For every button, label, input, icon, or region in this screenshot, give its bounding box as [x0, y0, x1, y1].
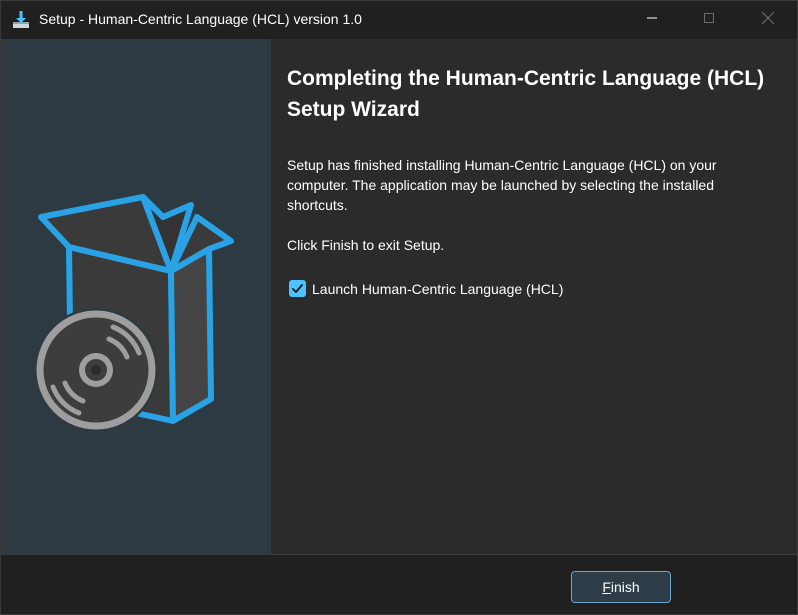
minimize-icon	[646, 11, 658, 29]
finish-button[interactable]: Finish	[571, 571, 671, 603]
window-title: Setup - Human-Centric Language (HCL) ver…	[39, 11, 362, 27]
launch-checkbox[interactable]: Launch Human-Centric Language (HCL)	[289, 280, 563, 297]
software-box-with-disc-icon	[31, 189, 241, 444]
installer-icon	[11, 10, 31, 30]
close-button[interactable]	[745, 1, 791, 39]
maximize-button[interactable]	[686, 1, 732, 39]
minimize-button[interactable]	[629, 1, 675, 39]
completion-message: Setup has finished installing Human-Cent…	[287, 157, 717, 213]
checkbox-checked-icon[interactable]	[289, 280, 306, 297]
exit-instruction: Click Finish to exit Setup.	[287, 237, 445, 253]
wizard-footer: Finish	[1, 554, 797, 614]
maximize-icon	[703, 11, 715, 29]
wizard-content: Completing the Human-Centric Language (H…	[271, 39, 797, 554]
setup-window: Setup - Human-Centric Language (HCL) ver…	[0, 0, 798, 615]
wizard-side-image-panel	[1, 39, 271, 554]
page-title: Completing the Human-Centric Language (H…	[287, 67, 765, 121]
close-icon	[761, 11, 775, 30]
finish-button-accesskey: F	[602, 579, 611, 595]
finish-button-label: inish	[610, 579, 640, 595]
title-bar[interactable]: Setup - Human-Centric Language (HCL) ver…	[1, 1, 797, 39]
launch-checkbox-label[interactable]: Launch Human-Centric Language (HCL)	[312, 281, 563, 297]
